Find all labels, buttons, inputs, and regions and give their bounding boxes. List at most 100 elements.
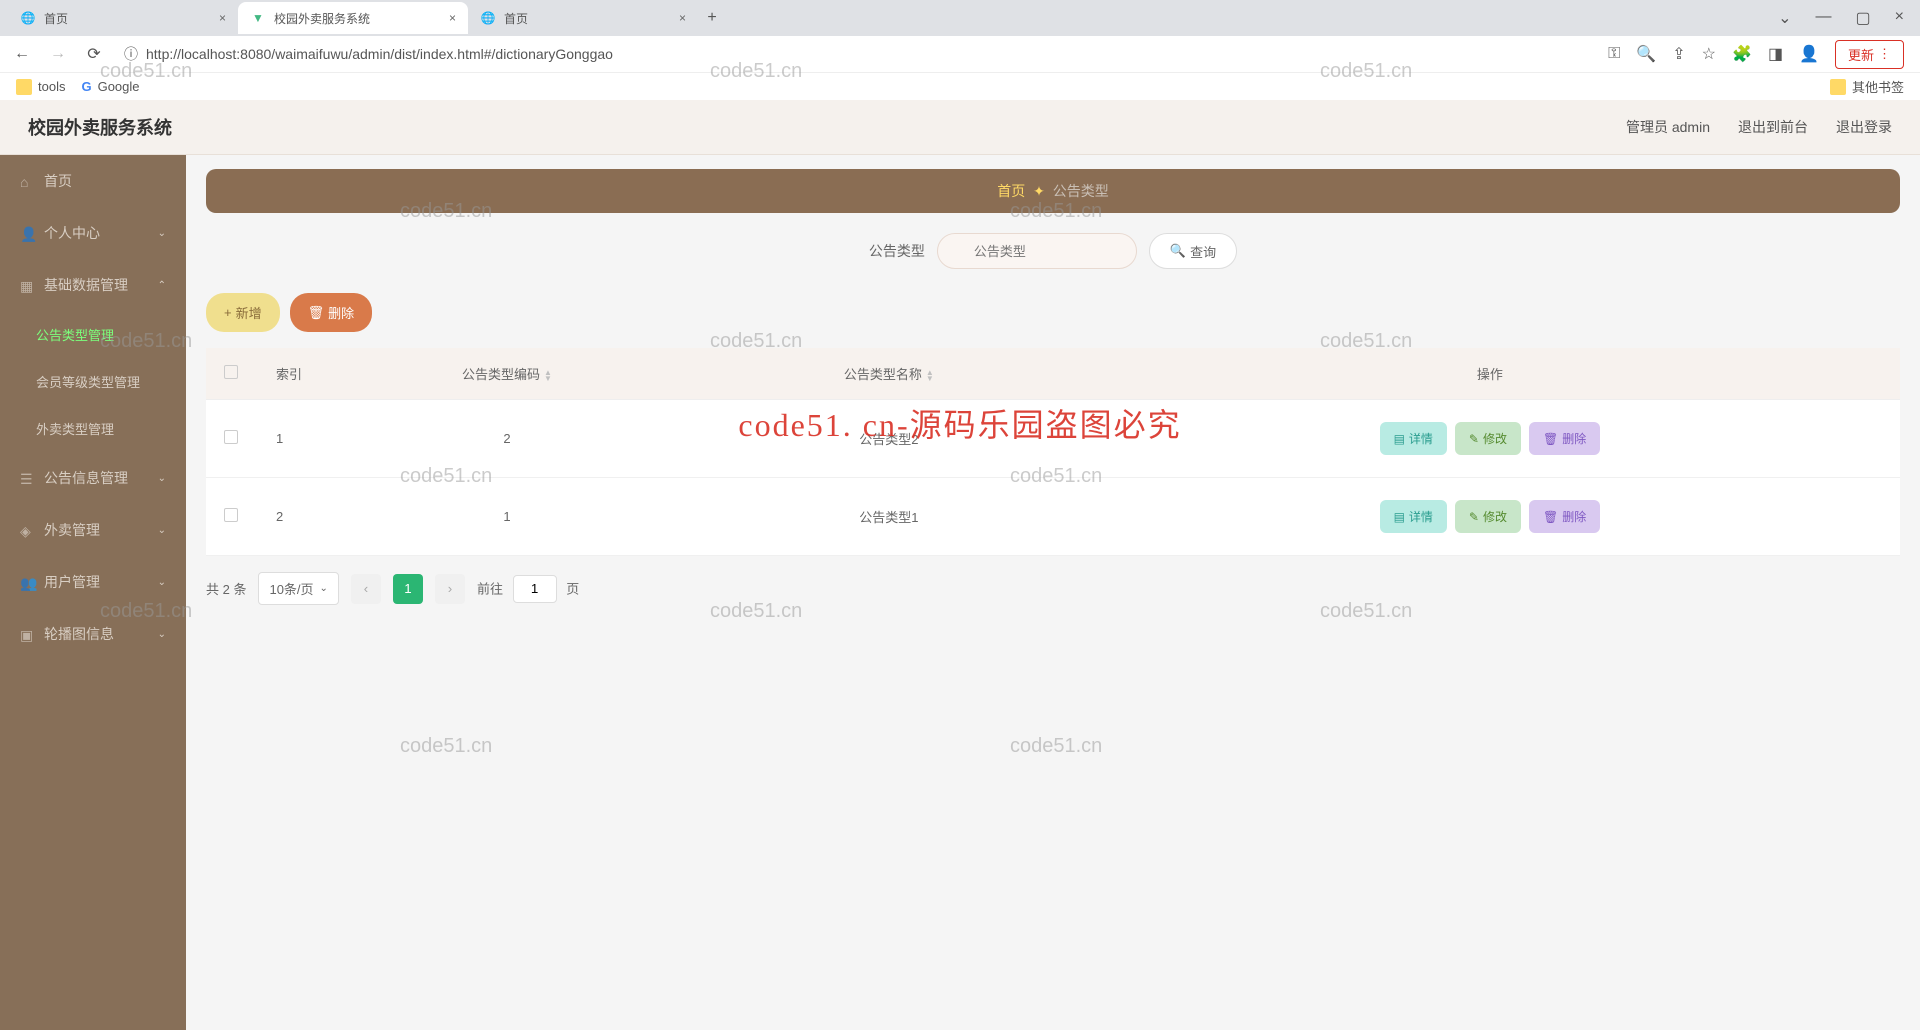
database-icon: ▦ bbox=[20, 278, 34, 292]
sort-icon: ▲▼ bbox=[544, 370, 552, 382]
page-size-select[interactable]: 10条/页 ⌄ bbox=[258, 572, 338, 605]
col-index[interactable]: 索引 bbox=[256, 348, 316, 400]
address-row: ← → ⟳ ⓘ http://localhost:8080/waimaifuwu… bbox=[0, 36, 1920, 72]
search-icon: 🔍 bbox=[1170, 243, 1186, 259]
browser-chrome: 🌐 首页 × ▼ 校园外卖服务系统 × 🌐 首页 × + ⌄ — ▢ × ← →… bbox=[0, 0, 1920, 100]
trash-icon: 🗑 bbox=[1543, 510, 1558, 524]
sidebar-item-gonggao-info[interactable]: ☰ 公告信息管理 ⌄ bbox=[0, 452, 186, 504]
row-delete-button[interactable]: 🗑删除 bbox=[1529, 500, 1600, 533]
edit-icon: ✎ bbox=[1469, 432, 1479, 446]
col-name[interactable]: 公告类型名称▲▼ bbox=[698, 348, 1080, 400]
new-tab-button[interactable]: + bbox=[698, 4, 726, 32]
window-controls: ⌄ — ▢ × bbox=[1778, 8, 1920, 28]
back-button[interactable]: ← bbox=[8, 40, 36, 68]
reload-button[interactable]: ⟳ bbox=[80, 40, 108, 68]
star-icon: ✦ bbox=[1033, 183, 1045, 199]
header-right: 管理员 admin 退出到前台 退出登录 bbox=[1626, 117, 1892, 137]
tabs-row: 🌐 首页 × ▼ 校园外卖服务系统 × 🌐 首页 × + ⌄ — ▢ × bbox=[0, 0, 1920, 36]
prev-page-button[interactable]: ‹ bbox=[351, 574, 381, 604]
folder-icon bbox=[1830, 79, 1846, 95]
update-button[interactable]: 更新 ⋮ bbox=[1835, 40, 1904, 69]
delete-button[interactable]: 🗑 删除 bbox=[290, 293, 373, 332]
col-code[interactable]: 公告类型编码▲▼ bbox=[316, 348, 698, 400]
key-icon[interactable]: ⚿ bbox=[1608, 45, 1620, 63]
close-icon[interactable]: × bbox=[679, 11, 686, 25]
data-table: 索引 公告类型编码▲▼ 公告类型名称▲▼ 操作 1 2 公告类型2 ▤详情 ✎修… bbox=[206, 348, 1900, 556]
trash-icon: 🗑 bbox=[308, 305, 325, 321]
folder-icon bbox=[16, 79, 32, 95]
page-jump-input[interactable] bbox=[513, 575, 557, 603]
breadcrumb-home[interactable]: 首页 bbox=[997, 183, 1025, 199]
row-checkbox[interactable] bbox=[224, 508, 238, 522]
bookmark-item[interactable]: tools bbox=[16, 79, 65, 95]
browser-tab[interactable]: ▼ 校园外卖服务系统 × bbox=[238, 2, 468, 34]
list-icon: ☰ bbox=[20, 471, 34, 485]
sidebar-item-home[interactable]: ⌂ 首页 bbox=[0, 155, 186, 207]
minimize-icon[interactable]: — bbox=[1816, 8, 1832, 28]
chevron-down-icon: ⌄ bbox=[158, 577, 166, 588]
browser-tab[interactable]: 🌐 首页 × bbox=[468, 2, 698, 34]
select-all-checkbox[interactable] bbox=[224, 365, 238, 379]
users-icon: 👥 bbox=[20, 575, 34, 589]
cell-name: 公告类型1 bbox=[698, 478, 1080, 556]
sidebar-item-personal[interactable]: 👤 个人中心 ⌄ bbox=[0, 207, 186, 259]
doc-icon: ▤ bbox=[1394, 432, 1405, 446]
close-window-icon[interactable]: × bbox=[1895, 8, 1904, 28]
sidebar-sub-waimai-type[interactable]: 外卖类型管理 bbox=[0, 405, 186, 452]
puzzle-icon[interactable]: 🧩 bbox=[1732, 44, 1752, 64]
share-icon[interactable]: ⇪ bbox=[1672, 44, 1685, 64]
page-number-button[interactable]: 1 bbox=[393, 574, 423, 604]
vue-icon: ▼ bbox=[250, 10, 266, 26]
image-icon: ▣ bbox=[20, 627, 34, 641]
search-label: 公告类型 bbox=[869, 241, 925, 261]
breadcrumb: 首页 ✦ 公告类型 bbox=[206, 169, 1900, 213]
home-icon: ⌂ bbox=[20, 174, 34, 188]
chevron-down-icon[interactable]: ⌄ bbox=[1778, 8, 1791, 28]
sidebar-item-base-data[interactable]: ▦ 基础数据管理 ⌃ bbox=[0, 259, 186, 311]
close-icon[interactable]: × bbox=[449, 11, 456, 25]
app-title: 校园外卖服务系统 bbox=[28, 114, 172, 140]
google-icon: G bbox=[81, 79, 91, 94]
sidebar-sub-huiyuan[interactable]: 会员等级类型管理 bbox=[0, 358, 186, 405]
detail-button[interactable]: ▤详情 bbox=[1380, 422, 1447, 455]
bookmarks-bar: tools G Google 其他书签 bbox=[0, 72, 1920, 100]
user-label[interactable]: 管理员 admin bbox=[1626, 117, 1710, 137]
other-bookmarks[interactable]: 其他书签 bbox=[1830, 77, 1904, 96]
close-icon[interactable]: × bbox=[219, 11, 226, 25]
chevron-down-icon: ⌄ bbox=[158, 228, 166, 239]
browser-tab[interactable]: 🌐 首页 × bbox=[8, 2, 238, 34]
sidebar-sub-gonggao[interactable]: 公告类型管理 bbox=[0, 311, 186, 358]
forward-button[interactable]: → bbox=[44, 40, 72, 68]
star-icon[interactable]: ☆ bbox=[1702, 44, 1716, 64]
to-front-link[interactable]: 退出到前台 bbox=[1738, 117, 1808, 137]
detail-button[interactable]: ▤详情 bbox=[1380, 500, 1447, 533]
row-checkbox[interactable] bbox=[224, 430, 238, 444]
cell-code: 2 bbox=[316, 400, 698, 478]
edit-button[interactable]: ✎修改 bbox=[1455, 500, 1521, 533]
sidebar-item-user[interactable]: 👥 用户管理 ⌄ bbox=[0, 556, 186, 608]
profile-icon[interactable]: 👤 bbox=[1799, 44, 1819, 64]
user-icon: 👤 bbox=[20, 226, 34, 240]
maximize-icon[interactable]: ▢ bbox=[1856, 8, 1871, 28]
edit-icon: ✎ bbox=[1469, 510, 1479, 524]
sidebar: ⌂ 首页 👤 个人中心 ⌄ ▦ 基础数据管理 ⌃ 公告类型管理 会员等级类型管理… bbox=[0, 155, 186, 1030]
bookmark-item[interactable]: G Google bbox=[81, 79, 139, 94]
edit-button[interactable]: ✎修改 bbox=[1455, 422, 1521, 455]
chevron-down-icon: ⌄ bbox=[158, 525, 166, 536]
zoom-icon[interactable]: 🔍 bbox=[1636, 44, 1656, 64]
search-input[interactable] bbox=[937, 233, 1137, 269]
sidebar-item-waimai[interactable]: ◈ 外卖管理 ⌄ bbox=[0, 504, 186, 556]
sidepanel-icon[interactable]: ◨ bbox=[1768, 44, 1783, 64]
sidebar-item-carousel[interactable]: ▣ 轮播图信息 ⌄ bbox=[0, 608, 186, 660]
row-delete-button[interactable]: 🗑删除 bbox=[1529, 422, 1600, 455]
cell-name: 公告类型2 bbox=[698, 400, 1080, 478]
add-button[interactable]: + 新增 bbox=[206, 293, 280, 332]
trash-icon: 🗑 bbox=[1543, 432, 1558, 446]
address-bar[interactable]: ⓘ http://localhost:8080/waimaifuwu/admin… bbox=[116, 44, 1600, 64]
logout-link[interactable]: 退出登录 bbox=[1836, 117, 1892, 137]
plus-icon: + bbox=[224, 305, 232, 320]
tab-title: 首页 bbox=[44, 10, 68, 27]
next-page-button[interactable]: › bbox=[435, 574, 465, 604]
action-row: + 新增 🗑 删除 bbox=[206, 293, 1900, 332]
query-button[interactable]: 🔍 查询 bbox=[1149, 233, 1237, 269]
